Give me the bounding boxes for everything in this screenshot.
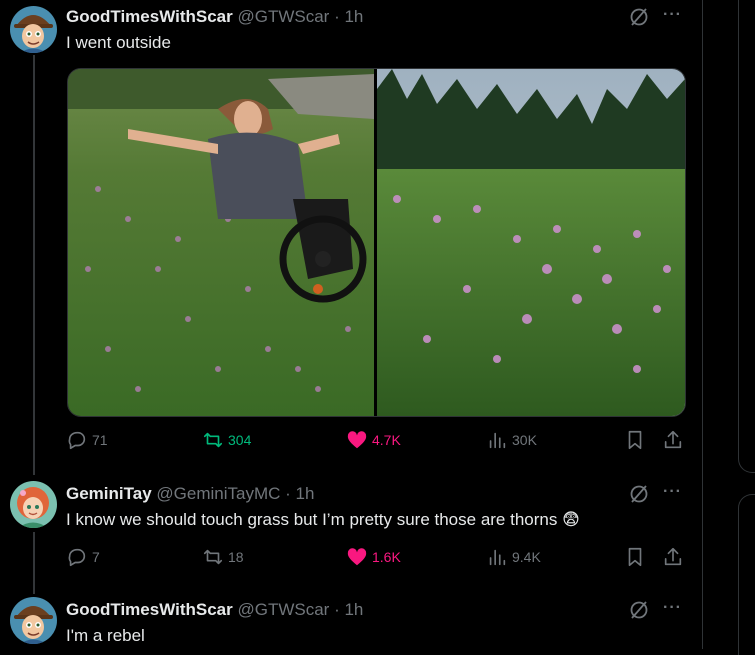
tweet-actions: 7 18 1.6K 9.4K <box>66 546 688 572</box>
tweet-actions: 71 304 4.7K 30K <box>66 429 688 455</box>
thread-line <box>33 532 35 594</box>
share-icon[interactable] <box>662 546 684 568</box>
like-button[interactable]: 4.7K <box>346 429 401 451</box>
reply-icon <box>68 431 86 450</box>
timestamp[interactable]: · 1h <box>334 600 363 619</box>
photo-thistle-field[interactable] <box>377 69 685 416</box>
retweet-count: 304 <box>228 432 252 448</box>
bookmark-icon[interactable] <box>624 429 646 451</box>
share-icon[interactable] <box>662 429 684 451</box>
views-icon <box>489 549 506 566</box>
views-count: 9.4K <box>512 549 541 565</box>
reply-button[interactable]: 7 <box>66 546 100 568</box>
sidebar-panel-edge <box>738 494 755 655</box>
reply-button[interactable]: 71 <box>66 429 108 451</box>
reply-count: 7 <box>92 549 100 565</box>
avatar-goodtimeswithscar[interactable] <box>10 597 57 644</box>
like-button[interactable]: 1.6K <box>346 546 401 568</box>
photo-man-in-wheelchair[interactable] <box>68 69 374 416</box>
grok-icon[interactable] <box>628 599 650 621</box>
grok-icon[interactable] <box>628 6 650 28</box>
avatar-goodtimeswithscar[interactable] <box>10 6 57 53</box>
more-icon[interactable]: ··· <box>663 599 682 617</box>
timeline: GoodTimesWithScar @GTWScar · 1h ··· I we… <box>0 0 703 649</box>
like-count: 1.6K <box>372 549 401 565</box>
timestamp[interactable]: · 1h <box>285 484 314 503</box>
user-handle[interactable]: @GTWScar <box>237 7 329 26</box>
retweet-icon <box>203 432 223 448</box>
views-button[interactable]: 9.4K <box>486 546 541 568</box>
like-count: 4.7K <box>372 432 401 448</box>
grok-icon[interactable] <box>628 483 650 505</box>
heart-icon <box>347 431 367 449</box>
more-icon[interactable]: ··· <box>663 483 682 501</box>
timestamp[interactable]: · 1h <box>334 7 363 26</box>
tweet-header: GoodTimesWithScar @GTWScar · 1h <box>66 6 363 28</box>
heart-icon <box>347 548 367 566</box>
sidebar-panel-edge <box>738 0 755 473</box>
bookmark-icon[interactable] <box>624 546 646 568</box>
retweet-button[interactable]: 18 <box>202 546 244 568</box>
retweet-button[interactable]: 304 <box>202 429 251 451</box>
reply-icon <box>68 548 86 567</box>
views-icon <box>489 432 506 449</box>
display-name[interactable]: GoodTimesWithScar <box>66 600 233 619</box>
display-name[interactable]: GoodTimesWithScar <box>66 7 233 26</box>
more-icon[interactable]: ··· <box>663 6 682 24</box>
retweet-count: 18 <box>228 549 244 565</box>
tweet-media[interactable] <box>67 68 686 417</box>
reply-count: 71 <box>92 432 108 448</box>
user-handle[interactable]: @GeminiTayMC <box>156 484 280 503</box>
tweet-text: I know we should touch grass but I’m pre… <box>66 510 580 529</box>
tweet-header: GoodTimesWithScar @GTWScar · 1h <box>66 599 363 621</box>
avatar-geminitay[interactable] <box>10 481 57 528</box>
user-handle[interactable]: @GTWScar <box>237 600 329 619</box>
views-button[interactable]: 30K <box>486 429 537 451</box>
tweet-text: I went outside <box>66 33 171 52</box>
retweet-icon <box>203 549 223 565</box>
thread-line <box>33 55 35 475</box>
display-name[interactable]: GeminiTay <box>66 484 152 503</box>
views-count: 30K <box>512 432 537 448</box>
tweet-header: GeminiTay @GeminiTayMC · 1h <box>66 483 314 505</box>
tweet-text: I'm a rebel <box>66 626 145 645</box>
